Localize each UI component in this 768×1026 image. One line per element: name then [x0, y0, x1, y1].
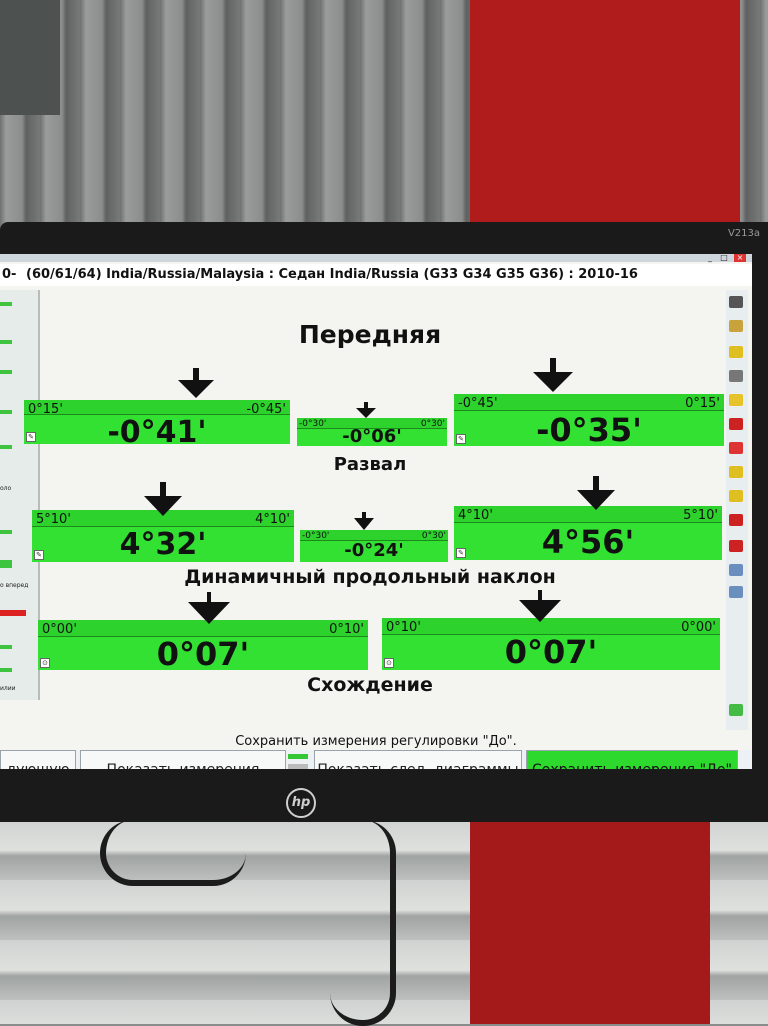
- tool-icon[interactable]: [729, 490, 743, 502]
- left-panel-label: илии: [0, 685, 16, 692]
- left-panel-item[interactable]: [0, 370, 12, 374]
- tool-icon[interactable]: [729, 320, 743, 332]
- screen: _ □ × 0- (60/61/64) India/Russia/Malaysi…: [0, 254, 752, 769]
- tool-icon[interactable]: [729, 442, 743, 454]
- settings-icon[interactable]: ⊙: [40, 658, 50, 668]
- cable: [100, 820, 246, 886]
- tool-icon[interactable]: [729, 514, 743, 526]
- caster-title: Динамичный продольный наклон: [184, 566, 556, 588]
- vehicle-title: (60/61/64) India/Russia/Malaysia : Седан…: [26, 267, 638, 282]
- left-panel-item-red[interactable]: [0, 610, 26, 616]
- left-panel-item[interactable]: [0, 645, 12, 649]
- caster-left-max: 4°10': [255, 512, 290, 527]
- caster-cross-gauge: -0°30' 0°30' -0°24': [300, 530, 448, 562]
- maximize-icon[interactable]: □: [718, 254, 730, 262]
- show-measurements-button[interactable]: Показать измерения: [80, 750, 286, 769]
- wall-sign: [0, 0, 60, 115]
- tool-icon[interactable]: [729, 564, 743, 576]
- front-title: Передняя: [298, 320, 442, 349]
- edit-icon[interactable]: ✎: [456, 434, 466, 444]
- vehicle-header: 0- (60/61/64) India/Russia/Malaysia : Се…: [0, 264, 752, 286]
- cable: [330, 820, 396, 1026]
- camber-cross-gauge: -0°30' 0°30' -0°06': [297, 418, 447, 446]
- toe-title: Схождение: [307, 674, 433, 696]
- window-titlebar: _ □ ×: [0, 254, 752, 262]
- toe-right-gauge: 0°10' 0°00' 0°07' ⊙: [382, 618, 720, 670]
- left-panel-item[interactable]: [0, 668, 12, 672]
- toe-right-value: 0°07': [504, 633, 598, 671]
- header-prefix: 0-: [2, 267, 17, 282]
- tool-icon[interactable]: [729, 370, 743, 382]
- camber-left-max: -0°45': [246, 402, 286, 417]
- caster-right-min: 4°10': [458, 508, 493, 523]
- left-panel-label: оло: [0, 485, 12, 492]
- status-text: Сохранить измерения регулировки "До".: [235, 734, 517, 749]
- close-icon[interactable]: ×: [734, 254, 746, 262]
- toe-right-min: 0°10': [386, 620, 421, 635]
- camber-right-max: 0°15': [685, 396, 720, 411]
- camber-left-value: -0°41': [107, 415, 207, 450]
- tool-icon[interactable]: [729, 394, 743, 406]
- tool-icon[interactable]: [729, 418, 743, 430]
- show-next-diagrams-button[interactable]: Показать след. диаграммы: [314, 750, 522, 769]
- camber-left-gauge: 0°15' -0°45' -0°41' ✎: [24, 400, 290, 448]
- caster-left-min: 5°10': [36, 512, 71, 527]
- red-column: [470, 0, 740, 230]
- camber-left-min: 0°15': [28, 402, 63, 417]
- toe-left-gauge: 0°00' 0°10' 0°07' ⊙: [38, 620, 368, 670]
- tool-icon[interactable]: [729, 540, 743, 552]
- button-bar: дующую Показать измерения Показать след.…: [0, 750, 752, 769]
- tool-icon[interactable]: [729, 346, 743, 358]
- toe-left-value: 0°07': [156, 635, 250, 673]
- caster-cross-value: -0°24': [344, 540, 404, 561]
- caster-left-value: 4°32': [119, 527, 207, 562]
- camber-cross-value: -0°06': [342, 426, 402, 447]
- monitor: V213a _ □ × 0- (60/61/64) India/Russia/M…: [0, 222, 768, 822]
- camber-right-gauge: -0°45' 0°15' -0°35' ✎: [454, 394, 724, 446]
- tool-icon[interactable]: [729, 704, 743, 716]
- mini-indicator: [288, 750, 308, 769]
- toe-left-max: 0°10': [329, 622, 364, 637]
- caster-right-gauge: 4°10' 5°10' 4°56' ✎: [454, 506, 722, 560]
- camber-title: Развал: [333, 454, 407, 475]
- tool-icon[interactable]: [729, 466, 743, 478]
- left-panel-item[interactable]: [0, 302, 12, 306]
- caster-cross-min: -0°30': [302, 531, 330, 541]
- caster-right-max: 5°10': [683, 508, 718, 523]
- save-before-button[interactable]: Сохранить измерения "До": [526, 750, 738, 769]
- edit-icon[interactable]: ✎: [456, 548, 466, 558]
- edit-icon[interactable]: ✎: [26, 432, 36, 442]
- hp-logo: hp: [286, 788, 316, 818]
- right-tool-panel: [726, 290, 748, 730]
- caster-left-gauge: 5°10' 4°10' 4°32' ✎: [32, 510, 294, 562]
- camber-right-min: -0°45': [458, 396, 498, 411]
- settings-icon[interactable]: ⊙: [384, 658, 394, 668]
- left-panel-label: о вперед: [0, 582, 29, 589]
- edit-icon[interactable]: ✎: [34, 550, 44, 560]
- caster-cross-max: 0°30': [421, 531, 446, 541]
- left-panel-item[interactable]: [0, 445, 12, 449]
- caster-right-value: 4°56': [541, 523, 635, 561]
- toe-left-min: 0°00': [42, 622, 77, 637]
- toe-right-max: 0°00': [681, 620, 716, 635]
- tool-icon[interactable]: [729, 586, 743, 598]
- tool-icon[interactable]: [729, 296, 743, 308]
- prev-button[interactable]: дующую: [0, 750, 76, 769]
- camber-right-value: -0°35': [536, 411, 642, 449]
- left-panel-item[interactable]: [0, 560, 12, 568]
- minimize-icon[interactable]: _: [704, 254, 716, 262]
- left-panel-item[interactable]: [0, 340, 12, 344]
- monitor-model: V213a: [727, 228, 760, 239]
- left-side-panel: оло о вперед илии: [0, 290, 40, 700]
- left-panel-item[interactable]: [0, 410, 12, 414]
- left-panel-item[interactable]: [0, 530, 12, 534]
